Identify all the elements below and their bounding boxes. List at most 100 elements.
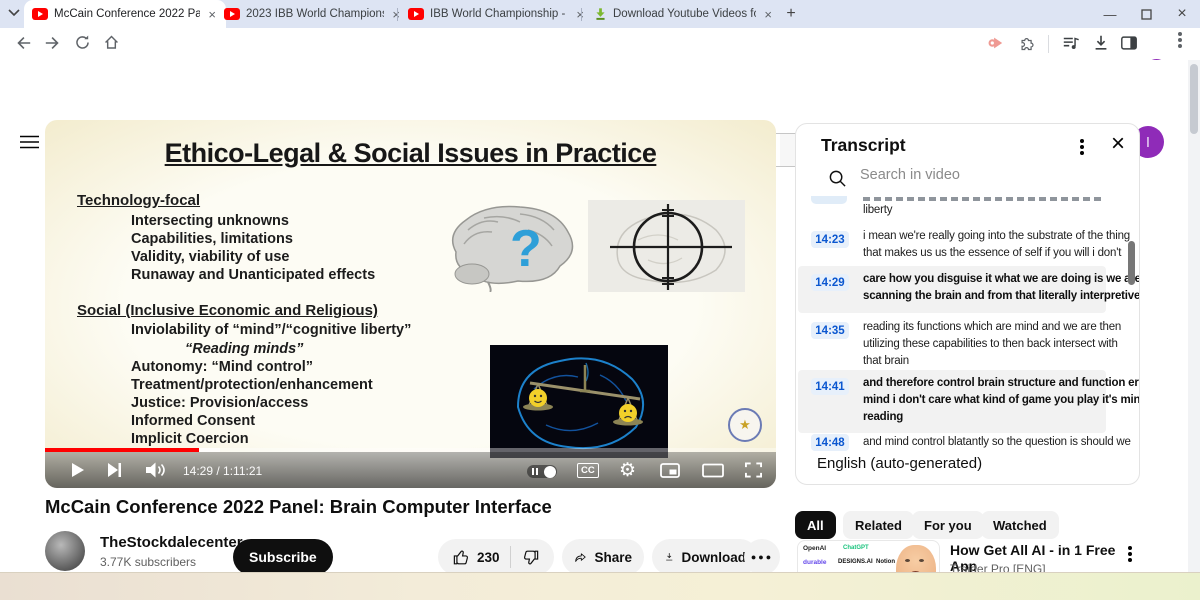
progress-bar[interactable] xyxy=(45,448,776,452)
transcript-panel: Transcript × liberty 14:23 i mean we're … xyxy=(795,123,1140,485)
home-icon[interactable] xyxy=(103,34,120,51)
tab-close-icon[interactable]: × xyxy=(762,7,774,22)
download-toolbar-icon[interactable] xyxy=(1092,34,1110,52)
subscribe-button[interactable]: Subscribe xyxy=(233,539,333,575)
miniplayer-icon[interactable] xyxy=(660,463,680,478)
slide-item: Implicit Coercion xyxy=(131,431,249,447)
window-close-button[interactable]: × xyxy=(1165,0,1199,28)
browser-toolbar: youtube.com/watch?v=JKYbI7UoldQ I xyxy=(0,28,1200,84)
transcript-text: i mean we're really going into the subst… xyxy=(863,230,1130,259)
share-icon xyxy=(575,552,586,562)
tab-separator xyxy=(581,8,582,21)
transcript-timestamp[interactable]: 14:48 xyxy=(811,434,849,451)
transcript-close-icon[interactable]: × xyxy=(1111,130,1125,158)
svg-text:?: ? xyxy=(510,220,542,278)
slide-item: Intersecting unknowns xyxy=(131,213,289,229)
browser-tab[interactable]: Download Youtube Videos for × xyxy=(586,0,782,28)
subtitles-cc-button[interactable]: CC xyxy=(577,463,599,478)
channel-avatar[interactable] xyxy=(45,531,85,571)
tab-title: IBB World Championship - You xyxy=(430,8,568,20)
forward-icon[interactable] xyxy=(44,34,62,52)
transcript-search-icon xyxy=(828,169,847,188)
slide-item: Inviolability of “mind”/“cognitive liber… xyxy=(131,322,412,338)
transcript-scrollbar-thumb[interactable] xyxy=(1128,241,1135,285)
chip-related[interactable]: Related xyxy=(843,511,914,539)
transcript-title: Transcript xyxy=(821,135,906,155)
pink-extension-icon[interactable] xyxy=(986,34,1004,52)
browser-tab-active[interactable]: McCain Conference 2022 Panel: × xyxy=(24,0,226,28)
share-label: Share xyxy=(594,549,632,565)
transcript-text: care how you disguise it what we are doi… xyxy=(863,273,1139,302)
like-button[interactable]: 230 xyxy=(452,548,500,567)
transcript-timestamp[interactable]: 14:41 xyxy=(811,378,849,395)
browser-menu-kebab-icon[interactable] xyxy=(1178,32,1182,36)
window-maximize-button[interactable] xyxy=(1129,0,1163,28)
slide-item: Capabilities, limitations xyxy=(131,231,293,247)
youtube-favicon xyxy=(408,8,424,20)
transcript-timestamp[interactable]: 14:29 xyxy=(811,274,849,291)
next-video-icon[interactable] xyxy=(107,462,122,478)
playlist-extension-icon[interactable] xyxy=(1062,34,1080,52)
transcript-language-selector[interactable]: English (auto-generated) xyxy=(817,455,982,472)
video-title: McCain Conference 2022 Panel: Brain Comp… xyxy=(45,496,552,517)
sidebar-icon[interactable] xyxy=(1120,34,1138,52)
volume-icon[interactable] xyxy=(146,462,167,478)
transcript-timestamp[interactable]: 14:23 xyxy=(811,231,849,248)
page-scrollbar-thumb[interactable] xyxy=(1190,64,1198,134)
channel-watermark-logo: ★ xyxy=(728,408,762,442)
fullscreen-icon[interactable] xyxy=(745,462,762,478)
transcript-search-input[interactable] xyxy=(858,166,1092,184)
chip-for-you[interactable]: For you xyxy=(912,511,984,539)
screen: McCain Conference 2022 Panel: × 2023 IBB… xyxy=(0,0,1200,600)
slide-item: Runaway and Unanticipated effects xyxy=(131,267,376,283)
thumb-logo: OpenAI xyxy=(803,545,827,552)
tab-title: McCain Conference 2022 Panel: xyxy=(54,8,201,20)
download-icon xyxy=(666,553,673,561)
transcript-list: liberty 14:23 i mean we're really going … xyxy=(796,194,1139,451)
tab-title: Download Youtube Videos for xyxy=(613,8,757,20)
slide-item: “Reading minds” xyxy=(185,341,304,357)
recommended-kebab-icon[interactable] xyxy=(1128,546,1132,550)
hamburger-menu-icon[interactable] xyxy=(20,135,39,149)
slide-item: Informed Consent xyxy=(131,413,256,429)
brain-question-image: ? xyxy=(451,205,574,292)
back-icon[interactable] xyxy=(14,34,32,52)
transcript-timestamp[interactable]: 14:35 xyxy=(811,322,849,339)
brain-scale-image xyxy=(490,345,668,458)
video-player-surface[interactable]: Ethico-Legal & Social Issues in Practice… xyxy=(45,120,776,488)
thumb-logo: durable xyxy=(803,559,827,566)
slide-item: Validity, viability of use xyxy=(131,249,290,265)
browser-tab-strip: McCain Conference 2022 Panel: × 2023 IBB… xyxy=(0,0,1200,28)
window-minimize-button[interactable]: — xyxy=(1093,0,1127,28)
chip-all[interactable]: All xyxy=(795,511,836,539)
reload-icon[interactable] xyxy=(74,34,91,51)
download-favicon xyxy=(594,7,607,21)
tab-search-icon[interactable] xyxy=(8,5,20,21)
channel-name[interactable]: TheStockdalecenter xyxy=(100,534,243,551)
tab-title: 2023 IBB World Championship xyxy=(246,8,384,20)
chip-watched[interactable]: Watched xyxy=(981,511,1059,539)
toolbar-divider xyxy=(1048,35,1049,53)
download-label: Download xyxy=(681,549,747,565)
transcript-text: reading its functions which are mind and… xyxy=(863,321,1122,367)
slide-item: Justice: Provision/access xyxy=(131,395,309,411)
autoplay-toggle[interactable] xyxy=(527,465,557,478)
download-button[interactable]: Download xyxy=(652,539,758,575)
theater-mode-icon[interactable] xyxy=(702,463,724,478)
share-button[interactable]: Share xyxy=(562,539,644,575)
brain-crosshair-image xyxy=(588,200,745,292)
transcript-text: and mind control blatantly so the questi… xyxy=(863,436,1131,448)
dislike-button[interactable] xyxy=(521,548,540,567)
transcript-menu-kebab-icon[interactable] xyxy=(1080,139,1084,143)
new-tab-button[interactable]: + xyxy=(780,3,802,25)
more-actions-button[interactable]: ●●● xyxy=(744,539,780,575)
transcript-timestamp-clipped xyxy=(811,196,847,204)
browser-tab[interactable]: IBB World Championship - You × xyxy=(400,0,594,28)
youtube-header: YouTube NL I xyxy=(0,60,1200,168)
extensions-puzzle-icon[interactable] xyxy=(1018,34,1036,52)
subscriber-count: 3.77K subscribers xyxy=(100,555,197,569)
player-settings-gear-icon[interactable]: ⚙ xyxy=(619,459,636,482)
page-scrollbar[interactable] xyxy=(1188,60,1200,572)
browser-tab[interactable]: 2023 IBB World Championship × xyxy=(216,0,410,28)
play-icon[interactable] xyxy=(71,462,85,478)
